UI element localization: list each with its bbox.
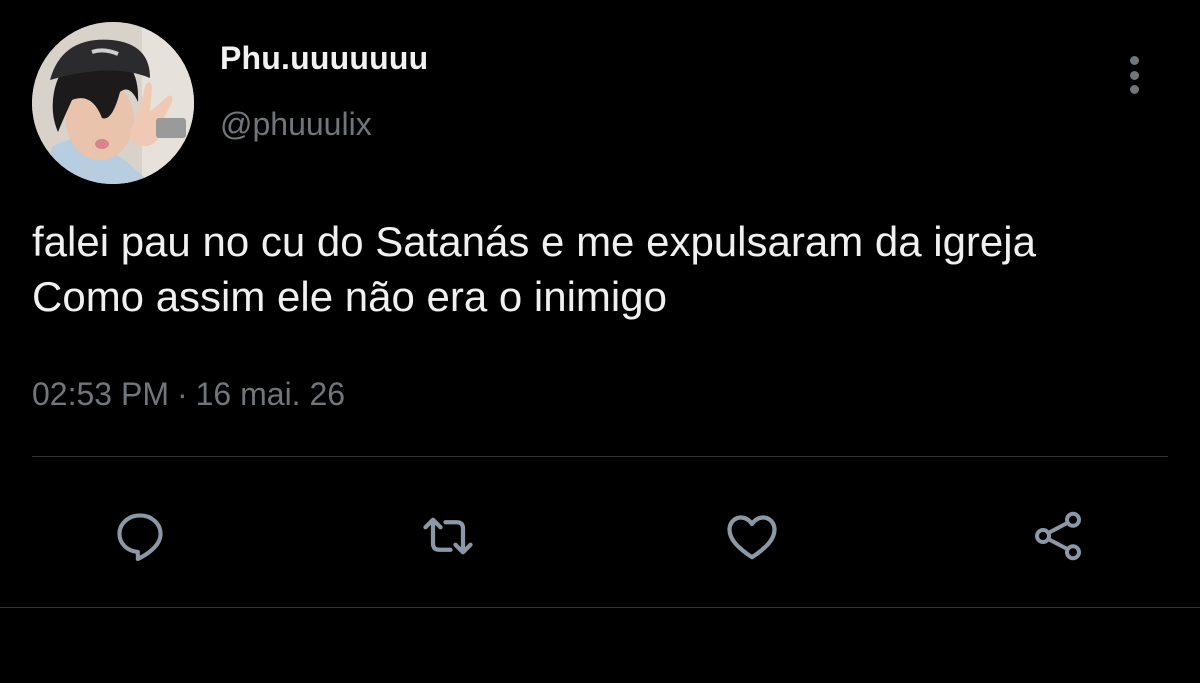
reply-button[interactable] [110, 506, 170, 566]
heart-icon [727, 515, 777, 560]
meta-separator: · [176, 376, 188, 412]
divider [0, 607, 1200, 608]
retweet-button[interactable] [418, 506, 478, 566]
tweet-card: Phu.uuuuuuu @phuuulix falei pau no cu do… [0, 0, 1200, 683]
share-button[interactable] [1028, 506, 1088, 566]
author-handle[interactable]: @phuuulix [220, 106, 372, 143]
share-icon [1034, 511, 1082, 561]
more-vertical-icon [1129, 56, 1139, 65]
retweet-icon [423, 517, 473, 555]
tweet-timestamp[interactable]: 02:53 PM · 16 mai. 26 [32, 376, 345, 413]
more-options-button[interactable] [1114, 50, 1154, 100]
like-button[interactable] [722, 506, 782, 566]
author-display-name[interactable]: Phu.uuuuuuu [220, 40, 428, 77]
more-vertical-icon-dot [1129, 85, 1139, 94]
avatar-image [32, 22, 194, 184]
avatar[interactable] [32, 22, 194, 184]
reply-icon [117, 513, 163, 562]
divider [32, 456, 1168, 457]
more-vertical-icon-dot [1129, 70, 1139, 80]
tweet-time: 02:53 PM [32, 376, 169, 412]
tweet-date: 16 mai. 26 [195, 376, 346, 412]
tweet-text: falei pau no cu do Satanás e me expulsar… [32, 218, 1036, 320]
